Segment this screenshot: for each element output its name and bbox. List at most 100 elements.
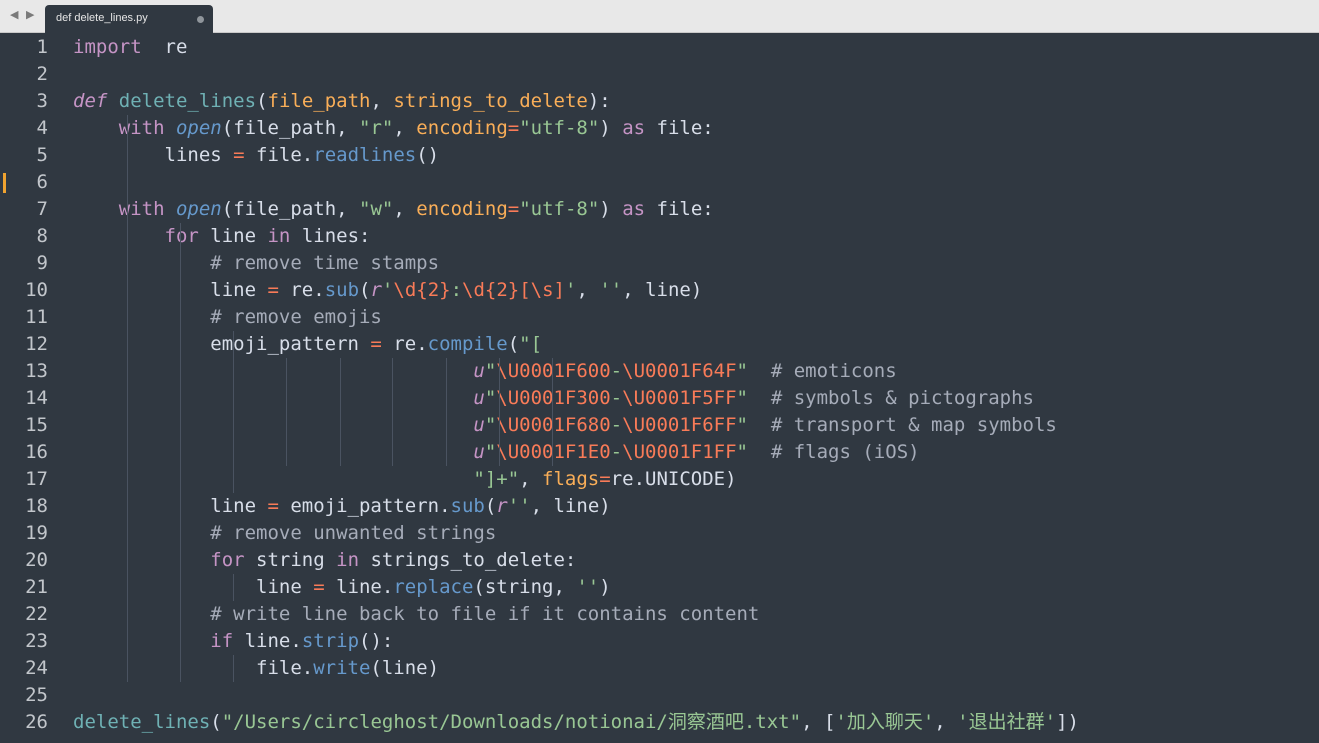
indent-guide — [392, 358, 393, 466]
tab-bar: ◀ ▶ def delete_lines.py — [0, 0, 1319, 33]
code-token: = — [267, 279, 279, 301]
code-line[interactable]: # remove emojis — [73, 304, 382, 331]
code-token: '退出社群' — [957, 711, 1057, 733]
code-line[interactable]: emoji_pattern = re.compile("[ — [73, 331, 542, 358]
code-token: encoding — [416, 117, 508, 139]
code-line[interactable]: # remove unwanted strings — [73, 520, 496, 547]
code-token: # remove unwanted strings — [210, 522, 497, 544]
indent-guide — [340, 358, 341, 466]
code-line[interactable]: with open(file_path, "w", encoding="utf-… — [73, 196, 714, 223]
code-line[interactable]: for line in lines: — [73, 223, 371, 250]
code-token: ' — [381, 279, 394, 301]
indent-guide — [552, 358, 553, 466]
code-token: as — [622, 117, 646, 139]
code-token: strings_to_delete: — [359, 549, 577, 571]
code-token: " — [736, 441, 748, 463]
code-token: \U0001F1E0 — [496, 441, 611, 463]
code-token: '' — [507, 495, 531, 517]
code-token: def — [73, 90, 108, 112]
code-line[interactable]: "]+", flags=re.UNICODE) — [73, 466, 737, 493]
code-line[interactable]: if line.strip(): — [73, 628, 393, 655]
code-token: file. — [73, 657, 314, 679]
code-token: - — [610, 441, 623, 463]
indent-guide — [233, 574, 234, 601]
line-number: 22 — [25, 603, 48, 625]
code-token: , line) — [530, 495, 611, 517]
line-number: 11 — [25, 306, 48, 328]
code-token: , — [519, 468, 543, 490]
code-token: file: — [645, 117, 714, 139]
code-token: \U0001F64F — [622, 360, 737, 382]
code-token: line — [73, 576, 314, 598]
code-token: u — [473, 414, 485, 436]
code-token: , — [393, 117, 417, 139]
code-token: , [ — [801, 711, 836, 733]
code-token: ) — [599, 576, 611, 598]
code-token: = — [370, 333, 382, 355]
code-token: - — [610, 360, 623, 382]
code-line[interactable]: u"\U0001F680-\U0001F6FF" # transport & m… — [73, 412, 1056, 439]
code-token: with — [118, 198, 165, 220]
code-token: "utf-8" — [519, 198, 600, 220]
line-number: 21 — [25, 576, 48, 598]
code-line[interactable]: import re — [73, 34, 187, 61]
line-number: 7 — [36, 198, 48, 220]
line-number: 24 — [25, 657, 48, 679]
code-editor[interactable]: 1 import re 2 3 def delete_lines(file_path, … — [0, 34, 1319, 743]
code-token: line. — [324, 576, 394, 598]
code-token: compile — [427, 333, 508, 355]
code-token: \U0001F5FF — [622, 387, 737, 409]
code-line[interactable]: # write line back to file if it contains… — [73, 601, 759, 628]
line-number: 1 — [36, 36, 48, 58]
code-token: write — [313, 657, 371, 679]
code-line[interactable]: line = line.replace(string, '') — [73, 574, 611, 601]
code-token: in — [267, 225, 291, 247]
code-token: - — [610, 414, 623, 436]
code-token: u — [473, 387, 485, 409]
code-line[interactable]: u"\U0001F600-\U0001F64F" # emoticons — [73, 358, 896, 385]
code-token: - — [610, 387, 623, 409]
code-token: re. — [278, 279, 325, 301]
code-line[interactable]: line = re.sub(r'\d{2}:\d{2}[\s]', '', li… — [73, 277, 702, 304]
code-line[interactable]: for string in strings_to_delete: — [73, 547, 576, 574]
code-token: re.UNICODE) — [610, 468, 737, 490]
code-line[interactable]: line = emoji_pattern.sub(r'', line) — [73, 493, 611, 520]
code-token: in — [336, 549, 360, 571]
code-token: encoding — [416, 198, 508, 220]
code-token: file. — [244, 144, 314, 166]
line-number: 23 — [25, 630, 48, 652]
code-token: = — [313, 576, 325, 598]
code-token: '' — [576, 576, 600, 598]
code-line[interactable]: with open(file_path, "r", encoding="utf-… — [73, 115, 714, 142]
code-token: u — [473, 441, 485, 463]
code-line[interactable]: def delete_lines(file_path, strings_to_d… — [73, 88, 611, 115]
code-line[interactable]: u"\U0001F300-\U0001F5FF" # symbols & pic… — [73, 385, 1034, 412]
tab-nav-arrows-icon[interactable]: ◀ ▶ — [10, 8, 36, 21]
code-token: " — [736, 414, 748, 436]
code-token: "[ — [519, 333, 543, 355]
code-token: ) — [599, 198, 623, 220]
code-token: strings_to_delete — [393, 90, 588, 112]
unsaved-dot-icon[interactable] — [197, 16, 204, 23]
code-token: r — [496, 495, 508, 517]
line-number: 3 — [36, 90, 48, 112]
code-token: "w" — [359, 198, 394, 220]
code-token: \U0001F300 — [496, 387, 611, 409]
code-token: \U0001F1FF — [622, 441, 737, 463]
code-line[interactable]: delete_lines("/Users/circleghost/Downloa… — [73, 709, 1079, 736]
code-token: if — [210, 630, 234, 652]
code-token: (file_path, — [221, 117, 360, 139]
line-number: 10 — [25, 279, 48, 301]
indent-guide — [446, 358, 447, 466]
line-number: 8 — [36, 225, 48, 247]
file-tab[interactable]: def delete_lines.py — [45, 5, 213, 33]
line-number: 19 — [25, 522, 48, 544]
code-token: # flags (iOS) — [770, 441, 920, 463]
code-line[interactable]: u"\U0001F1E0-\U0001F1FF" # flags (iOS) — [73, 439, 920, 466]
